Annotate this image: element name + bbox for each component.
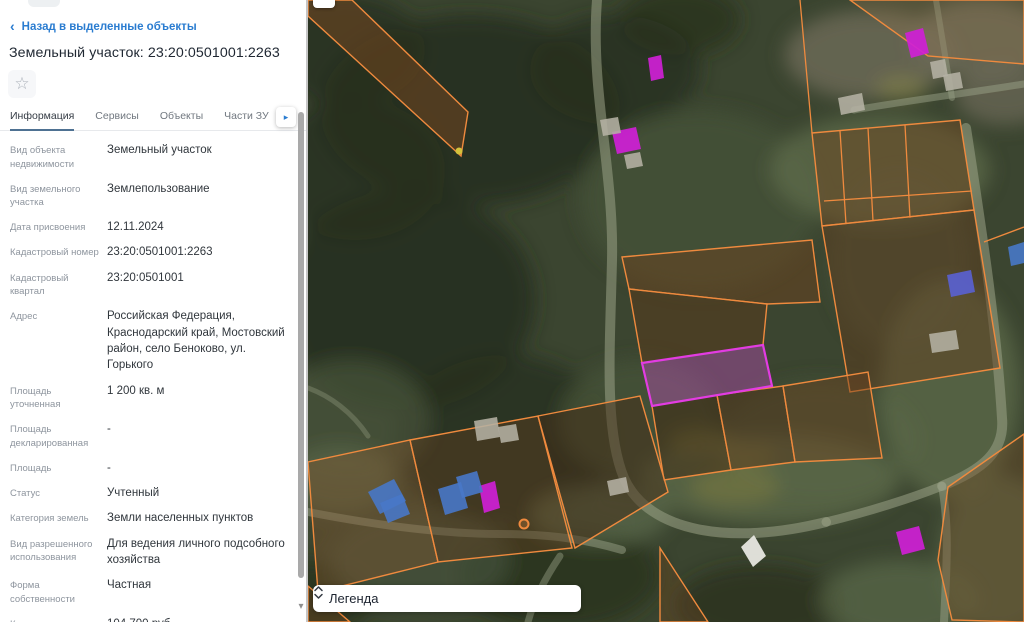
tabs-scroll-right-button[interactable]: ▸: [276, 107, 296, 127]
field-label: Дата присвоения: [10, 219, 102, 235]
field-value: 23:20:0501001:2263: [102, 244, 288, 260]
panel-scroll-down-arrow[interactable]: ▾: [295, 601, 307, 613]
field-value: 23:20:0501001: [102, 270, 288, 300]
satellite-map[interactable]: [308, 0, 1024, 622]
field-row: Дата присвоения12.11.2024: [10, 219, 288, 235]
field-value: Землепользование: [102, 181, 288, 211]
clipped-top-control: [28, 0, 60, 7]
field-value: Для ведения личного подсобного хозяйства: [102, 536, 288, 569]
back-link-label: Назад в выделенные объекты: [22, 21, 197, 33]
field-value: 12.11.2024: [102, 219, 288, 235]
field-row: Вид объекта недвижимостиЗемельный участо…: [10, 142, 288, 172]
field-label: Категория земель: [10, 510, 102, 526]
star-icon: ☆: [14, 74, 29, 93]
field-value: Российская Федерация, Краснодарский край…: [102, 308, 288, 373]
attributes-list: Вид объекта недвижимостиЗемельный участо…: [10, 142, 288, 622]
field-label: Вид объекта недвижимости: [10, 142, 102, 172]
chevron-up-down-icon: [313, 585, 324, 600]
field-label: Площадь: [10, 460, 102, 476]
field-row: Кадастровая стоимость104 700 руб.: [10, 616, 288, 622]
page-title: Земельный участок: 23:20:0501001:2263: [9, 45, 303, 61]
chevron-right-icon: ▸: [284, 112, 289, 122]
object-info-panel: ‹ Назад в выделенные объекты Земельный у…: [0, 0, 308, 622]
field-label: Площадь декларированная: [10, 421, 102, 451]
small-yellow-object: [456, 148, 463, 155]
favorite-star-button[interactable]: ☆: [8, 70, 36, 98]
field-row: Площадь-: [10, 460, 288, 476]
field-row: Вид земельного участкаЗемлепользование: [10, 181, 288, 211]
field-label: Форма собственности: [10, 577, 102, 607]
field-label: Вид разрешенного использования: [10, 536, 102, 569]
field-row: Категория земельЗемли населенных пунктов: [10, 510, 288, 526]
map-area[interactable]: Легенда: [308, 0, 1024, 622]
map-clipped-zoom-button[interactable]: [313, 0, 335, 8]
tab-3[interactable]: Объекты: [160, 103, 203, 131]
field-label: Адрес: [10, 308, 102, 373]
field-value: -: [102, 460, 288, 476]
field-value: Частная: [102, 577, 288, 607]
field-value: 104 700 руб.: [102, 616, 288, 622]
field-row: Кадастровый номер23:20:0501001:2263: [10, 244, 288, 260]
tab-1[interactable]: Информация: [10, 103, 74, 131]
field-row: АдресРоссийская Федерация, Краснодарский…: [10, 308, 288, 373]
panel-scrollbar-thumb[interactable]: [298, 112, 304, 578]
back-chevron-icon: ‹: [10, 19, 15, 33]
field-value: Земли населенных пунктов: [102, 510, 288, 526]
point-marker: [520, 520, 529, 529]
tab-2[interactable]: Сервисы: [95, 103, 139, 131]
field-label: Кадастровый квартал: [10, 270, 102, 300]
field-row: СтатусУчтенный: [10, 485, 288, 501]
field-value: 1 200 кв. м: [102, 383, 288, 413]
legend-label: Легенда: [329, 591, 378, 606]
field-label: Вид земельного участка: [10, 181, 102, 211]
field-label: Статус: [10, 485, 102, 501]
field-value: Земельный участок: [102, 142, 288, 172]
field-row: Форма собственностиЧастная: [10, 577, 288, 607]
field-row: Вид разрешенного использованияДля ведени…: [10, 536, 288, 569]
tabs: ИнформацияСервисыОбъектыЧасти ЗУСоста ▸: [0, 103, 308, 131]
legend-toggle[interactable]: Легенда: [313, 585, 581, 612]
field-value: -: [102, 421, 288, 451]
back-link[interactable]: ‹ Назад в выделенные объекты: [10, 20, 197, 33]
field-label: Кадастровый номер: [10, 244, 102, 260]
field-value: Учтенный: [102, 485, 288, 501]
field-label: Кадастровая стоимость: [10, 616, 102, 622]
tab-4[interactable]: Части ЗУ: [224, 103, 269, 131]
field-row: Кадастровый квартал23:20:0501001: [10, 270, 288, 300]
field-row: Площадь уточненная1 200 кв. м: [10, 383, 288, 413]
field-row: Площадь декларированная-: [10, 421, 288, 451]
tabs-strip: ИнформацияСервисыОбъектыЧасти ЗУСоста: [10, 103, 272, 131]
field-label: Площадь уточненная: [10, 383, 102, 413]
